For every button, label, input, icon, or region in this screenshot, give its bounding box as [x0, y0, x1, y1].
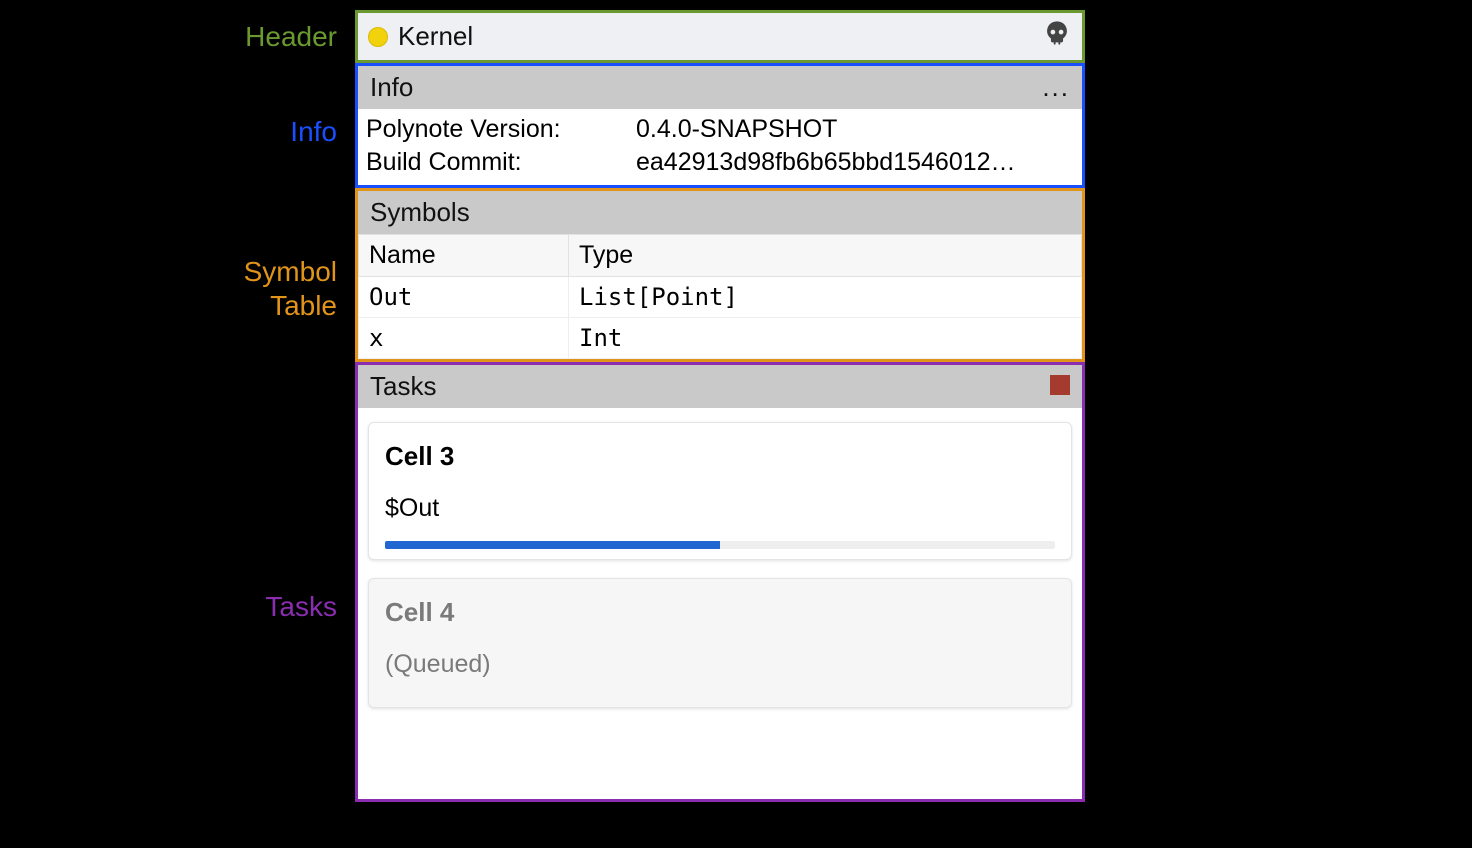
info-row: Polynote Version: 0.4.0-SNAPSHOT [366, 113, 1074, 146]
kernel-status-dot-icon [368, 27, 388, 47]
task-card-running[interactable]: Cell 3 $Out [368, 422, 1072, 560]
symbols-col-type: Type [569, 235, 1082, 277]
info-value: 0.4.0-SNAPSHOT [636, 115, 1074, 144]
symbol-name: Out [359, 277, 569, 318]
kernel-panel: Kernel Info ... Polynote Version: 0.4.0-… [355, 10, 1085, 802]
tasks-header: Tasks [358, 365, 1082, 408]
info-section: Info ... Polynote Version: 0.4.0-SNAPSHO… [355, 63, 1085, 188]
annotation-tasks: Tasks [265, 590, 337, 624]
symbols-section: Symbols Name Type Out List[Point] x [355, 188, 1085, 362]
stop-icon [1050, 375, 1070, 395]
symbols-col-name: Name [359, 235, 569, 277]
annotation-header: Header [245, 20, 337, 54]
task-progress-bar [385, 541, 720, 549]
info-key: Polynote Version: [366, 115, 636, 144]
cancel-all-tasks-button[interactable] [1050, 371, 1070, 402]
kernel-header-section: Kernel [355, 10, 1085, 63]
kernel-title: Kernel [398, 21, 1042, 52]
task-subtitle: $Out [385, 494, 1055, 523]
symbol-name: x [359, 318, 569, 359]
tasks-title: Tasks [370, 371, 436, 402]
symbols-title: Symbols [370, 197, 470, 228]
task-title: Cell 3 [385, 441, 1055, 472]
table-row[interactable]: Out List[Point] [359, 277, 1082, 318]
info-body: Polynote Version: 0.4.0-SNAPSHOT Build C… [358, 109, 1082, 185]
annotation-symbols: Symbol Table [177, 255, 337, 322]
info-key: Build Commit: [366, 148, 636, 177]
info-value: ea42913d98fb6b65bbd1546012… [636, 148, 1074, 177]
table-row[interactable]: x Int [359, 318, 1082, 359]
symbol-type: Int [569, 318, 1082, 359]
tasks-body: Cell 3 $Out Cell 4 (Queued) [358, 408, 1082, 740]
annotation-info: Info [290, 115, 337, 149]
symbol-type: List[Point] [569, 277, 1082, 318]
task-title: Cell 4 [385, 597, 1055, 628]
symbols-table: Name Type Out List[Point] x Int [358, 234, 1082, 359]
info-menu-button[interactable]: ... [1042, 72, 1070, 103]
info-title: Info [370, 72, 413, 103]
task-subtitle: (Queued) [385, 650, 1055, 679]
task-progress-track [385, 541, 1055, 549]
kernel-header-row: Kernel [358, 13, 1082, 60]
task-card-queued[interactable]: Cell 4 (Queued) [368, 578, 1072, 708]
tasks-section: Tasks Cell 3 $Out Cell 4 (Queued) [355, 362, 1085, 802]
info-row: Build Commit: ea42913d98fb6b65bbd1546012… [366, 146, 1074, 179]
skull-icon [1042, 19, 1072, 47]
info-header: Info ... [358, 66, 1082, 109]
kill-kernel-button[interactable] [1042, 19, 1072, 54]
symbols-header: Symbols [358, 191, 1082, 234]
